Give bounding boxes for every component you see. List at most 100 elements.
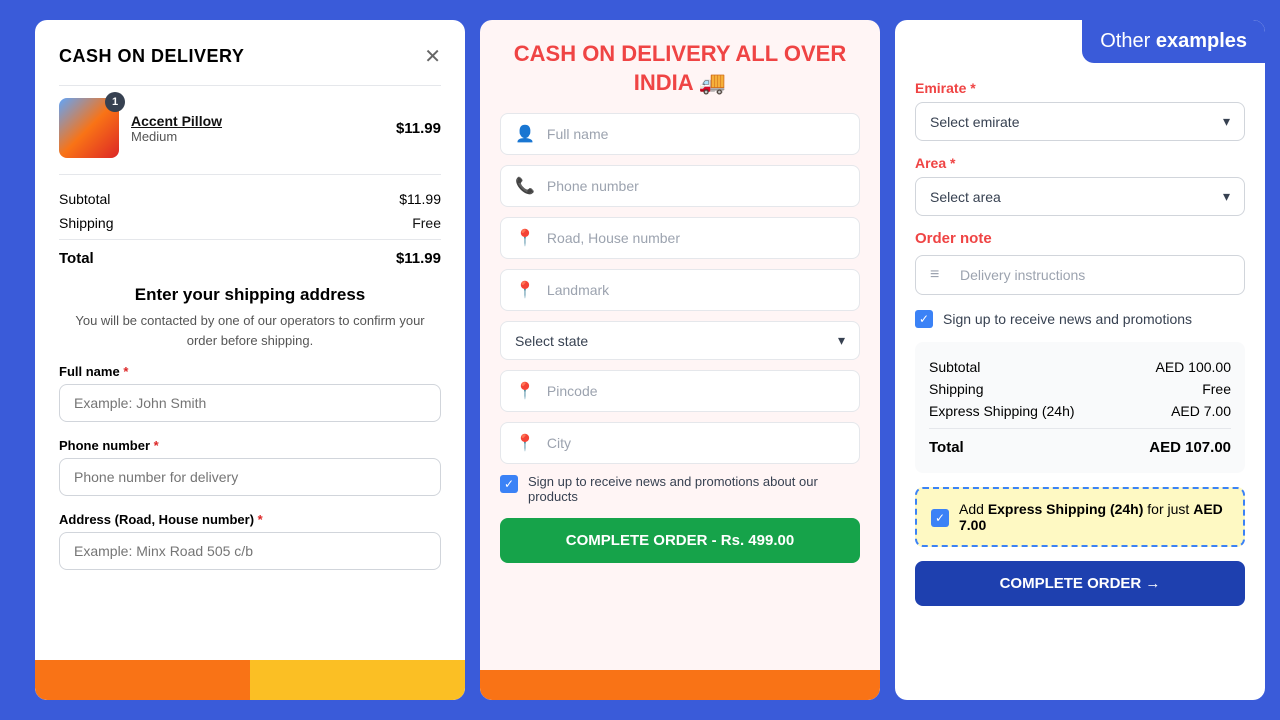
- right-total-row: Total AED 107.00: [929, 428, 1231, 459]
- shipping-label: Shipping: [59, 215, 114, 231]
- shipping-sub: You will be contacted by one of our oper…: [59, 311, 441, 350]
- total-row: Total $11.99: [59, 239, 441, 271]
- subtotal-value: $11.99: [399, 191, 441, 207]
- product-price: $11.99: [396, 120, 441, 137]
- address-input[interactable]: [59, 532, 441, 570]
- lines-icon: ≡: [930, 266, 948, 284]
- divider: [59, 85, 441, 86]
- total-value: $11.99: [396, 250, 441, 267]
- order-note-label: Order note: [915, 230, 1245, 247]
- phone-placeholder: Phone number: [547, 178, 639, 194]
- right-panel: Other examples Emirate * Select emirate …: [895, 20, 1265, 700]
- phone-label: Phone number *: [59, 438, 441, 453]
- emirate-chevron-icon: ▾: [1223, 113, 1230, 130]
- emirate-value: Select emirate: [930, 114, 1019, 130]
- fullname-row[interactable]: 👤 Full name: [500, 113, 860, 155]
- shipping-heading: Enter your shipping address: [59, 285, 441, 305]
- fullname-label: Full name *: [59, 364, 441, 379]
- emirate-group: Emirate * Select emirate ▾: [915, 80, 1245, 141]
- product-name: Accent Pillow: [131, 113, 384, 129]
- express-shipping-badge[interactable]: ✓ Add Express Shipping (24h) for just AE…: [915, 487, 1245, 547]
- right-total-value: AED 107.00: [1149, 439, 1231, 456]
- right-shipping-value: Free: [1202, 381, 1231, 397]
- right-shipping-label: Shipping: [929, 381, 984, 397]
- fullname-input[interactable]: [59, 384, 441, 422]
- product-row: 1 Accent Pillow Medium $11.99: [59, 98, 441, 158]
- express-badge-text: Add Express Shipping (24h) for just AED …: [959, 501, 1229, 533]
- express-badge-bold: Express Shipping (24h): [988, 501, 1144, 517]
- emirate-label: Emirate *: [915, 80, 1245, 96]
- right-total-label: Total: [929, 439, 964, 456]
- area-chevron-icon: ▾: [1223, 188, 1230, 205]
- phone-icon: 📞: [515, 176, 535, 196]
- delivery-placeholder: Delivery instructions: [960, 267, 1085, 283]
- person-icon: 👤: [515, 124, 535, 144]
- right-subtotal-value: AED 100.00: [1156, 359, 1232, 375]
- signup-checkbox[interactable]: ✓: [500, 475, 518, 493]
- signup-checkbox-row[interactable]: ✓ Sign up to receive news and promotions…: [500, 474, 860, 504]
- area-label: Area *: [915, 155, 1245, 171]
- close-button[interactable]: ✕: [424, 44, 441, 69]
- road-row[interactable]: 📍 Road, House number: [500, 217, 860, 259]
- shipping-row: Shipping Free: [59, 211, 441, 235]
- emirate-select[interactable]: Select emirate ▾: [915, 102, 1245, 141]
- right-express-row: Express Shipping (24h) AED 7.00: [929, 400, 1231, 422]
- address-label: Address (Road, House number) *: [59, 512, 441, 527]
- summary-table: Subtotal $11.99 Shipping Free Total $11.…: [59, 187, 441, 271]
- area-value: Select area: [930, 189, 1001, 205]
- fullname-placeholder: Full name: [547, 126, 608, 142]
- subtotal-row: Subtotal $11.99: [59, 187, 441, 211]
- landmark-row[interactable]: 📍 Landmark: [500, 269, 860, 311]
- mid-title: CASH ON DELIVERY ALL OVER INDIA 🚚: [500, 40, 860, 97]
- right-complete-button[interactable]: COMPLETE ORDER →: [915, 561, 1245, 606]
- other-examples-badge: Other examples: [1082, 20, 1265, 63]
- state-placeholder: Select state: [515, 333, 588, 349]
- panel-title: CASH ON DELIVERY: [59, 46, 244, 67]
- product-variant: Medium: [131, 129, 384, 144]
- right-signup-row[interactable]: ✓ Sign up to receive news and promotions: [915, 309, 1245, 328]
- divider-2: [59, 174, 441, 175]
- right-subtotal-row: Subtotal AED 100.00: [929, 356, 1231, 378]
- complete-order-button[interactable]: COMPLETE ORDER - Rs. 499.00: [500, 518, 860, 563]
- checkmark-icon: ✓: [504, 477, 514, 491]
- road-placeholder: Road, House number: [547, 230, 680, 246]
- phone-group: Phone number *: [59, 438, 441, 510]
- fullname-group: Full name *: [59, 364, 441, 436]
- pincode-row[interactable]: 📍 Pincode: [500, 370, 860, 412]
- left-panel: CASH ON DELIVERY ✕ 1 Accent Pillow Mediu…: [35, 20, 465, 700]
- panel-header: CASH ON DELIVERY ✕: [59, 44, 441, 69]
- landmark-placeholder: Landmark: [547, 282, 609, 298]
- total-label: Total: [59, 250, 94, 267]
- express-checkmark-icon: ✓: [935, 511, 945, 525]
- right-checkmark-icon: ✓: [919, 312, 929, 326]
- delivery-instructions-row[interactable]: ≡ Delivery instructions: [915, 255, 1245, 295]
- city-placeholder: City: [547, 435, 571, 451]
- phone-row[interactable]: 📞 Phone number: [500, 165, 860, 207]
- right-signup-label: Sign up to receive news and promotions: [943, 311, 1192, 327]
- product-image-wrap: 1: [59, 98, 119, 158]
- address-group: Address (Road, House number) *: [59, 512, 441, 584]
- right-signup-checkbox[interactable]: ✓: [915, 310, 933, 328]
- right-shipping-row: Shipping Free: [929, 378, 1231, 400]
- product-count-badge: 1: [105, 92, 125, 112]
- location-icon: 📍: [515, 228, 535, 248]
- city-row[interactable]: 📍 City: [500, 422, 860, 464]
- right-express-label: Express Shipping (24h): [929, 403, 1075, 419]
- phone-input[interactable]: [59, 458, 441, 496]
- shipping-value: Free: [412, 215, 441, 231]
- product-info: Accent Pillow Medium: [131, 113, 384, 144]
- subtotal-label: Subtotal: [59, 191, 110, 207]
- signup-label: Sign up to receive news and promotions a…: [528, 474, 860, 504]
- area-select[interactable]: Select area ▾: [915, 177, 1245, 216]
- landmark-icon: 📍: [515, 280, 535, 300]
- right-express-value: AED 7.00: [1171, 403, 1231, 419]
- pincode-icon: 📍: [515, 381, 535, 401]
- mid-panel: CASH ON DELIVERY ALL OVER INDIA 🚚 👤 Full…: [480, 20, 880, 700]
- pincode-placeholder: Pincode: [547, 383, 598, 399]
- chevron-down-icon: ▾: [838, 332, 845, 349]
- right-subtotal-label: Subtotal: [929, 359, 980, 375]
- area-group: Area * Select area ▾: [915, 155, 1245, 216]
- city-icon: 📍: [515, 433, 535, 453]
- state-select[interactable]: Select state ▾: [500, 321, 860, 360]
- express-checkbox[interactable]: ✓: [931, 509, 949, 527]
